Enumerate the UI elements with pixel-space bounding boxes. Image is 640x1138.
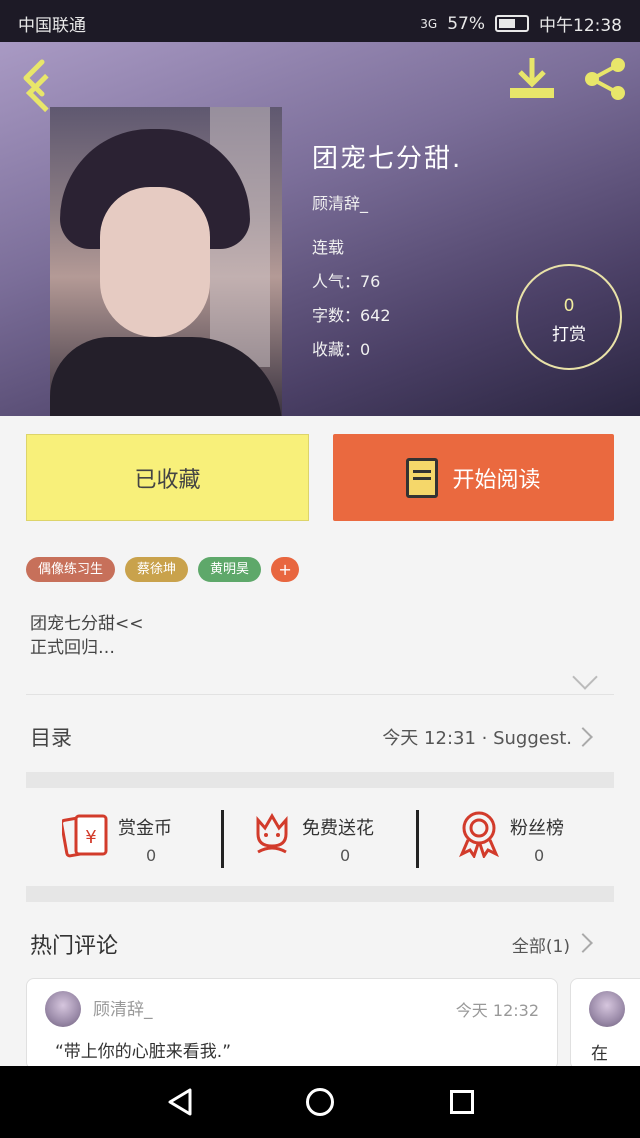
battery-icon [495,15,529,32]
medal-icon [459,811,499,858]
tip-count: 0 [563,296,575,316]
toc-label: 目录 [30,726,72,750]
tag-item[interactable]: 黄明昊 [198,557,262,582]
system-navigation-bar [0,1066,640,1138]
expand-chevron-icon[interactable] [572,664,598,690]
add-tag-button[interactable]: + [271,557,300,582]
nav-recent-apps-icon[interactable] [450,1090,474,1114]
nav-back-icon[interactable] [166,1088,194,1116]
fan-rank-value: 0 [534,846,545,865]
support-stats: ¥ 赏金币 0 免费送花 0 粉丝榜 0 [26,790,614,884]
free-flower-label: 免费送花 [302,818,374,839]
back-arrow-icon [23,59,45,97]
book-header: 团宠七分甜. 顾清辞_ 连载 人气：76 字数：642 收藏：0 0 打赏 [0,42,640,416]
book-icon [406,457,439,498]
free-flower-value: 0 [340,846,351,865]
book-description: 团宠七分甜<< 正式回归… [30,612,144,660]
nav-home-icon[interactable] [306,1088,334,1116]
stat-separator [416,810,419,868]
description-line: 团宠七分甜<< [30,614,144,634]
avatar[interactable] [589,991,625,1027]
svg-text:¥: ¥ [85,827,96,848]
status-icons: 3G 57% 中午12:38 [420,11,622,37]
all-comments-link[interactable]: 全部(1) [512,932,570,957]
comment-username[interactable]: 顾清辞_ [93,995,153,1020]
popularity: 人气：76 [312,272,381,291]
start-reading-button[interactable]: 开始阅读 [333,434,614,521]
download-icon [510,58,554,98]
book-cover-image[interactable] [50,107,282,416]
section-divider [26,772,614,788]
coin-reward-value: 0 [146,846,157,865]
favorite-count: 收藏：0 [312,340,371,359]
network-label: 3G [420,16,438,31]
flower-icon [256,813,288,854]
section-divider [26,886,614,902]
coin-reward-stat[interactable]: ¥ 赏金币 0 [26,790,222,884]
comment-card[interactable]: 在 [570,978,640,1070]
back-button[interactable] [14,56,58,100]
tag-list: 偶像练习生 蔡徐坤 黄明昊 + [26,557,300,582]
word-count: 字数：642 [312,306,391,325]
red-envelope-icon: ¥ [62,814,108,858]
table-of-contents-row[interactable]: 目录 今天 12:31 · Suggest. [0,696,640,774]
battery-percent: 57% [447,13,485,34]
hot-comments-header: 热门评论 全部(1) [0,906,640,978]
hot-comments-title: 热门评论 [30,934,119,959]
start-reading-label: 开始阅读 [452,467,541,493]
share-button[interactable] [580,56,630,102]
download-button[interactable] [506,56,558,102]
chevron-right-icon [573,933,593,953]
comment-card[interactable]: 顾清辞_ 今天 12:32 “带上你的心脏来看我.” [26,978,558,1070]
coin-reward-label: 赏金币 [118,818,172,839]
clock: 中午12:38 [539,16,622,36]
share-icon [585,58,625,100]
chevron-right-icon [573,727,593,747]
tip-label: 打赏 [552,325,586,345]
tag-item[interactable]: 偶像练习生 [26,557,116,582]
fan-rank-stat[interactable]: 粉丝榜 0 [418,790,614,884]
status-bar: 中国联通 3G 57% 中午12:38 [0,0,640,42]
toc-latest-update: 今天 12:31 · Suggest. [382,728,572,749]
serial-status: 连载 [312,238,345,257]
free-flower-stat[interactable]: 免费送花 0 [222,790,418,884]
carrier-label: 中国联通 [18,16,86,36]
favorited-button[interactable]: 已收藏 [26,434,309,521]
comment-time: 今天 12:32 [455,1001,539,1020]
divider [26,694,614,695]
description-line: 正式回归… [30,638,115,658]
favorited-label: 已收藏 [134,467,201,493]
comment-text: “带上你的心脏来看我.” [55,1042,232,1062]
author-name[interactable]: 顾清辞_ [312,190,368,214]
avatar[interactable] [45,991,81,1027]
stat-separator [221,810,224,868]
tip-button[interactable]: 0 打赏 [516,264,622,370]
comment-text: 在 [591,1044,608,1064]
book-title: 团宠七分甜. [312,144,463,174]
tag-item[interactable]: 蔡徐坤 [125,557,189,582]
fan-rank-label: 粉丝榜 [510,818,564,839]
